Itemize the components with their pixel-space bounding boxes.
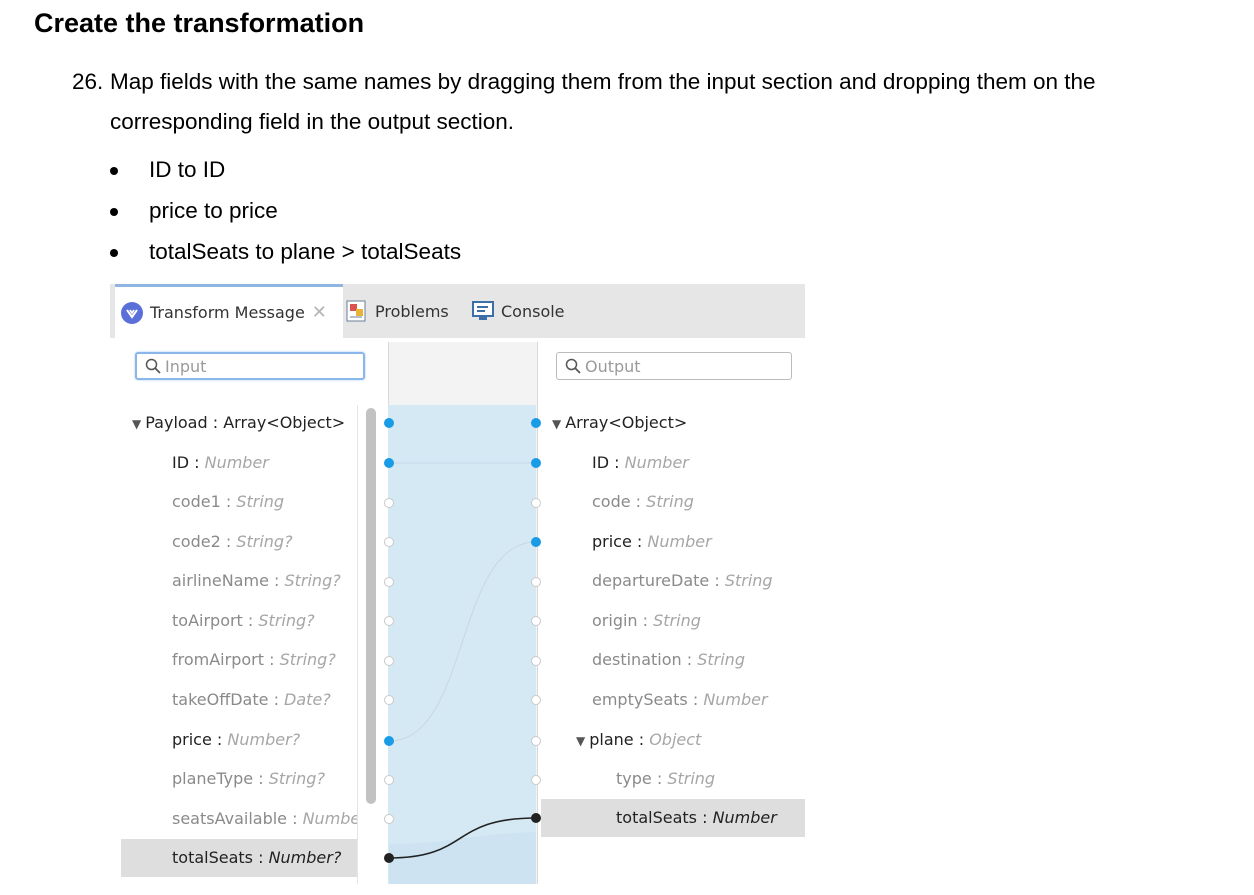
transform-message-screenshot: Transform Message ✕ Problems Console Inp… bbox=[110, 284, 805, 884]
mapping-line-price bbox=[388, 541, 537, 742]
input-connector-dots bbox=[384, 498, 394, 824]
mapping-connectors bbox=[384, 418, 541, 884]
mapped-connector-dots bbox=[384, 418, 541, 746]
mapping-highlight-band bbox=[389, 832, 536, 884]
step-text: Map fields with the same names by draggi… bbox=[110, 69, 1096, 134]
step-number: 26. bbox=[72, 69, 104, 94]
section-heading: Create the transformation bbox=[34, 8, 365, 38]
